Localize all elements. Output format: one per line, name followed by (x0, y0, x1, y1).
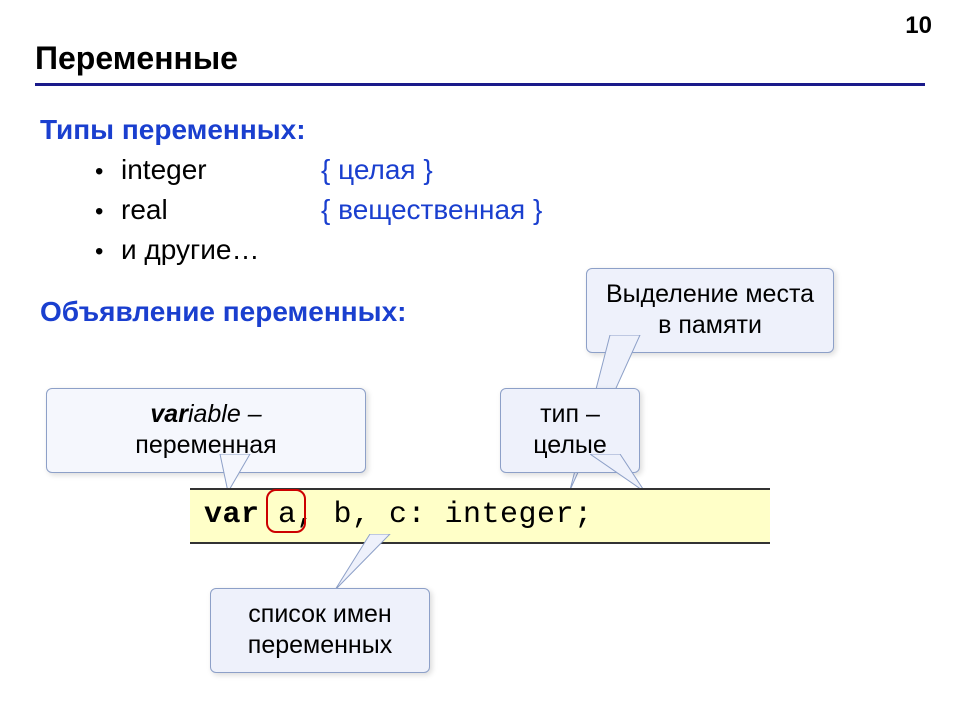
type-comment: { целая } (321, 154, 433, 186)
callout-line: переменная (135, 431, 276, 459)
page-title: Переменные (35, 40, 925, 86)
callout-line: тип – (540, 400, 600, 428)
callout-line: целые (533, 431, 607, 459)
page-number: 10 (905, 12, 932, 40)
bullet-icon: • (95, 158, 121, 186)
callout-type: тип – целые (500, 388, 640, 473)
callout-list: список имен переменных (210, 588, 430, 673)
bullet-icon: • (95, 238, 121, 266)
code-declaration: var a, b, c: integer; (190, 488, 770, 544)
callout-line: список имен (248, 600, 391, 628)
callout-text: Выделение места в памяти (606, 280, 814, 339)
types-heading: Типы переменных: (40, 114, 925, 146)
type-name: integer (121, 154, 321, 186)
callout-variable: variable – переменная (46, 388, 366, 473)
code-keyword: var (204, 498, 260, 532)
type-name: real (121, 194, 321, 226)
callout-memory: Выделение места в памяти (586, 268, 834, 353)
callout-bold: var (150, 400, 188, 428)
type-comment: { вещественная } (321, 194, 542, 226)
callout-line: переменных (248, 631, 392, 659)
code-body: a, b, c: integer; (260, 498, 593, 532)
callout-rest: iable – (188, 400, 262, 428)
type-row-integer: • integer { целая } (95, 154, 925, 186)
callout-line: variable – (150, 400, 261, 428)
type-name: и другие… (121, 234, 321, 266)
type-row-real: • real { вещественная } (95, 194, 925, 226)
bullet-icon: • (95, 198, 121, 226)
type-row-others: • и другие… (95, 234, 925, 266)
